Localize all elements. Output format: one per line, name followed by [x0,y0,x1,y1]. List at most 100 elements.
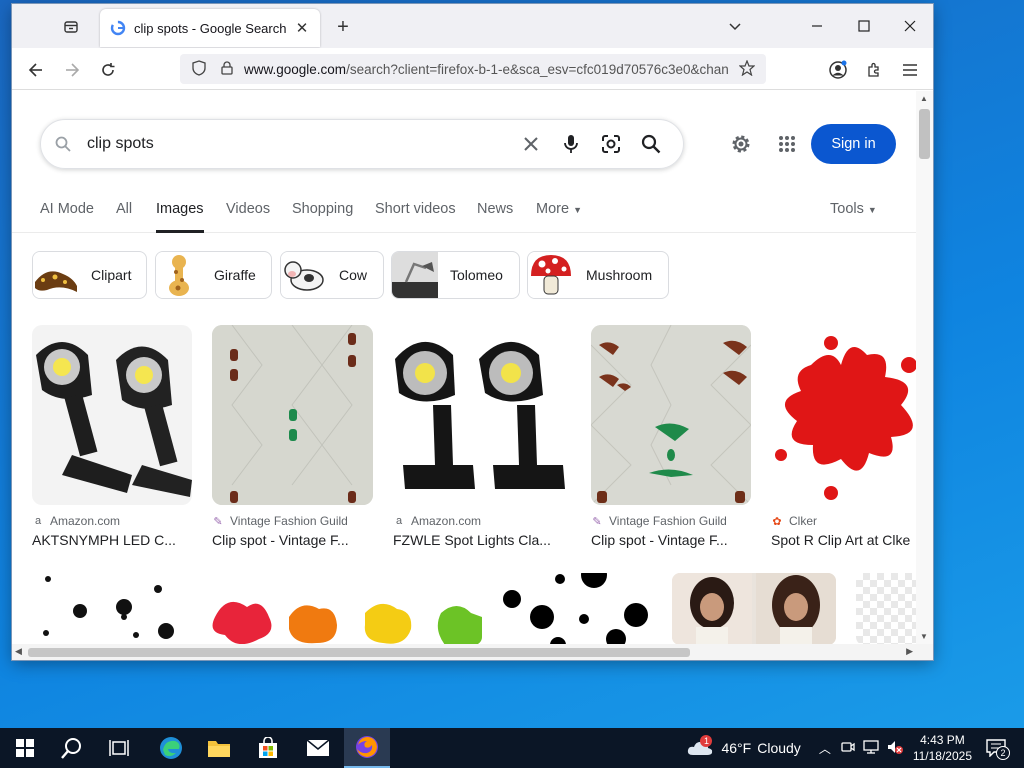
url-host: www.google.com [244,61,347,77]
account-icon[interactable] [824,56,852,84]
close-window-icon[interactable] [895,12,925,40]
notification-center-icon[interactable]: 2 [986,734,1014,762]
address-bar[interactable]: www.google.com/search?client=firefox-b-1… [180,54,766,84]
search-taskbar-icon[interactable] [49,728,95,768]
result-source: Vintage Fashion Guild [230,514,348,528]
result-image-red-splat[interactable] [771,325,916,505]
lock-icon[interactable] [216,60,238,78]
more-dropdown-icon: ▼ [573,205,582,215]
extensions-icon[interactable] [860,56,888,84]
settings-gear-icon[interactable] [726,128,756,160]
forward-icon[interactable] [58,56,86,84]
meet-now-icon[interactable] [841,740,855,757]
chip-giraffe-thumbnail [156,252,202,298]
result-caption[interactable]: AKTSNYMPH LED C... [32,532,192,548]
menu-icon[interactable] [896,56,924,84]
tab-news[interactable]: News [477,201,513,233]
scroll-left-icon[interactable]: ◀ [15,646,22,657]
task-view-icon[interactable] [96,728,142,768]
scroll-down-icon[interactable]: ▼ [920,632,928,641]
result-caption[interactable]: Clip spot - Vintage F... [591,532,751,548]
maximize-icon[interactable] [849,12,879,40]
image-result[interactable]: ✿ Clker Spot R Clip Art at Clke [771,325,916,548]
lens-camera-icon[interactable] [591,124,631,164]
sign-in-button[interactable]: Sign in [811,124,896,164]
chip-mushroom[interactable]: Mushroom [527,251,669,299]
clock[interactable]: 4:43 PM 11/18/2025 [913,732,972,764]
chip-cow-thumbnail [281,252,327,298]
result-image-vintage-fabric-spots[interactable] [212,325,373,505]
tracking-protection-icon[interactable] [188,59,210,79]
new-tab-icon[interactable]: + [330,14,356,40]
result-image-black-drips[interactable] [32,573,178,644]
tab-more[interactable]: More ▼ [536,201,582,233]
url-text[interactable]: www.google.com/search?client=firefox-b-1… [244,62,736,77]
weather-temp[interactable]: 46°F [721,740,751,756]
tools-dropdown-icon: ▼ [867,205,877,215]
result-image-hair-clips-people[interactable] [672,573,836,644]
result-image-spot-lights-clamp[interactable] [393,325,571,505]
tab-shopping[interactable]: Shopping [292,201,353,233]
weather-icon[interactable]: 1 [687,735,717,759]
firefox-taskbar-icon[interactable] [344,728,390,768]
image-result[interactable]: a Amazon.com AKTSNYMPH LED C... [32,325,192,548]
chip-tolomeo-thumbnail [392,252,438,298]
google-apps-icon[interactable] [772,128,802,160]
volume-muted-icon[interactable] [887,740,903,757]
search-box[interactable]: clip spots [40,119,684,169]
mail-icon[interactable] [295,728,341,768]
microphone-icon[interactable] [551,124,591,164]
result-caption[interactable]: Spot R Clip Art at Clke [771,532,916,548]
amazon-favicon-icon: a [395,515,403,527]
image-result[interactable]: ✎ Vintage Fashion Guild Clip spot - Vinta… [212,325,373,548]
clock-time: 4:43 PM [920,733,965,747]
firefox-window: clip spots - Google Search ✕ + www.googl… [12,4,933,660]
search-input[interactable]: clip spots [73,135,511,153]
navigation-toolbar: www.google.com/search?client=firefox-b-1… [12,48,933,90]
horizontal-scrollbar[interactable]: ◀ ▶ [12,644,933,660]
chip-clipart[interactable]: Clipart [32,251,147,299]
network-icon[interactable] [863,739,879,757]
reload-icon[interactable] [94,56,122,84]
edge-icon[interactable] [148,728,194,768]
show-hidden-icons-icon[interactable]: ︿ [819,740,831,757]
vertical-scrollbar[interactable]: ▲ ▼ [916,91,933,644]
notification-count-badge: 2 [996,746,1010,760]
chip-cow[interactable]: Cow [280,251,384,299]
tab-ai-mode[interactable]: AI Mode [40,201,94,233]
back-icon[interactable] [22,56,50,84]
horizontal-scroll-thumb[interactable] [28,648,690,657]
tab-images[interactable]: Images [156,201,204,233]
tab-videos[interactable]: Videos [226,201,270,233]
chip-tolomeo[interactable]: Tolomeo [391,251,520,299]
bookmark-star-icon[interactable] [736,58,758,79]
chip-giraffe[interactable]: Giraffe [155,251,272,299]
scroll-up-icon[interactable]: ▲ [920,94,928,103]
minimize-icon[interactable] [802,12,832,40]
amazon-favicon-icon: a [34,515,42,527]
result-image-black-dots[interactable] [502,573,652,644]
search-submit-icon[interactable] [631,124,671,164]
store-icon[interactable] [245,728,291,768]
browser-tab-active[interactable]: clip spots - Google Search ✕ [100,9,320,47]
result-caption[interactable]: FZWLE Spot Lights Cla... [393,532,571,548]
clear-search-icon[interactable] [511,124,551,164]
image-result[interactable]: ✎ Vintage Fashion Guild Clip spot - Vinta… [591,325,751,548]
vertical-scroll-thumb[interactable] [919,109,930,159]
result-image-transparent[interactable] [856,573,916,644]
tab-short-videos[interactable]: Short videos [375,201,456,233]
result-image-color-splats[interactable] [197,573,482,644]
weather-desc[interactable]: Cloudy [757,740,801,756]
start-windows-icon[interactable] [2,728,48,768]
file-explorer-icon[interactable] [196,728,242,768]
firefox-view-icon[interactable] [56,14,86,40]
tab-all[interactable]: All [116,201,132,233]
result-image-vintage-fabric-spots-2[interactable] [591,325,751,505]
tools-button[interactable]: Tools ▼ [830,201,877,233]
result-image-led-clip-lights[interactable] [32,325,192,505]
image-result[interactable]: a Amazon.com FZWLE Spot Lights Cla... [393,325,571,548]
close-tab-icon[interactable]: ✕ [294,19,310,37]
scroll-right-icon[interactable]: ▶ [906,646,913,657]
result-caption[interactable]: Clip spot - Vintage F... [212,532,373,548]
list-all-tabs-icon[interactable] [720,12,750,40]
